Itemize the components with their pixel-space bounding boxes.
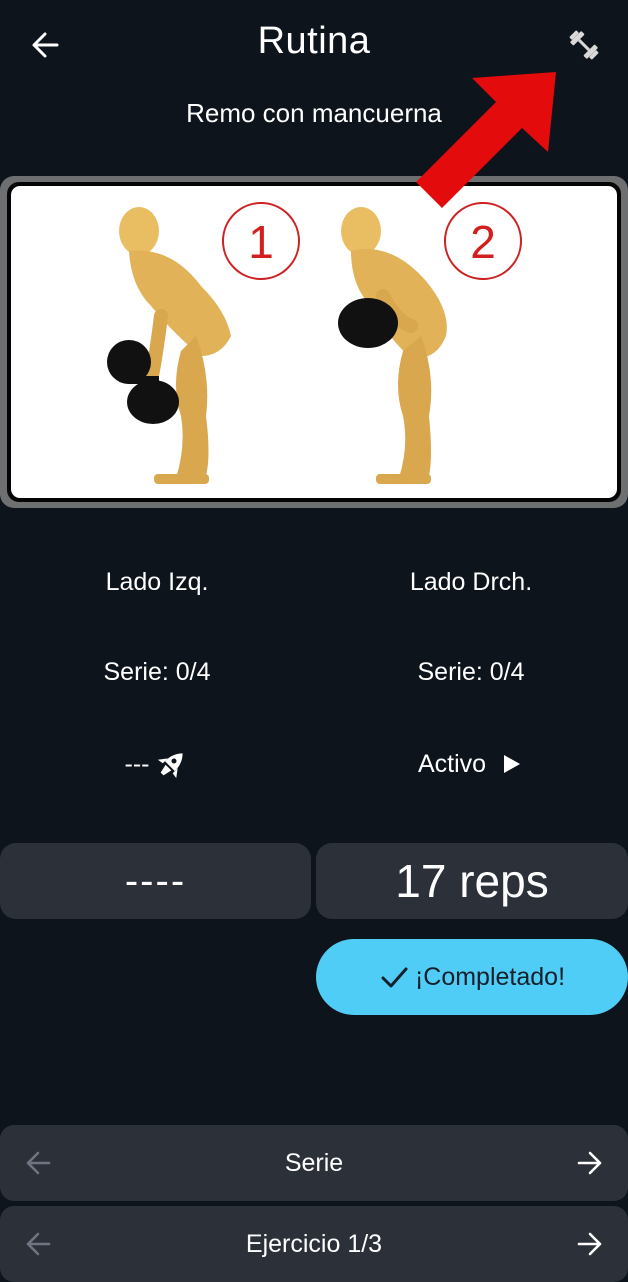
complete-button[interactable]: ¡Completado! [316,939,628,1015]
left-status-text: --- [124,749,150,778]
right-status-text: Activo [417,749,487,778]
left-series-count: Serie: 0/4 [103,658,211,686]
complete-button-label: ¡Completado! [414,962,566,991]
left-status: --- [0,746,314,782]
right-rep-counter[interactable]: 17 reps [316,843,628,919]
series-prev-button[interactable] [0,1125,76,1201]
figure-step-1 [107,207,231,484]
arrow-right-icon [577,1232,602,1256]
equipment-button[interactable] [556,22,612,68]
check-icon [381,967,408,988]
right-side-label: Lado Drch. [409,568,533,596]
left-side-label: Lado Izq. [105,568,209,596]
arrow-right-icon [577,1151,602,1175]
series-next-button[interactable] [552,1125,628,1201]
rocket-icon [158,753,184,779]
exercise-next-button[interactable] [552,1206,628,1282]
step-label-1: 1 [248,216,274,268]
left-rep-counter[interactable]: ---- [0,843,311,919]
step-label-2: 2 [470,216,496,268]
right-series-count: Serie: 0/4 [417,658,525,686]
series-navigator: Serie [0,1125,628,1201]
arrow-left-icon [26,1151,51,1175]
exercise-nav-label: Ejercicio 1/3 [245,1229,383,1258]
play-icon [504,755,521,773]
right-status: Activo [314,746,628,782]
page-title: Rutina [257,20,371,62]
exercise-prev-button[interactable] [0,1206,76,1282]
exercise-navigator: Ejercicio 1/3 [0,1206,628,1282]
arrow-left-icon [26,1232,51,1256]
exercise-illustration: 1 2 [11,186,617,498]
dumbbell-icon [569,30,599,60]
annotation-arrow [416,72,556,208]
figure-step-2 [338,207,447,484]
series-nav-label: Serie [284,1148,344,1177]
